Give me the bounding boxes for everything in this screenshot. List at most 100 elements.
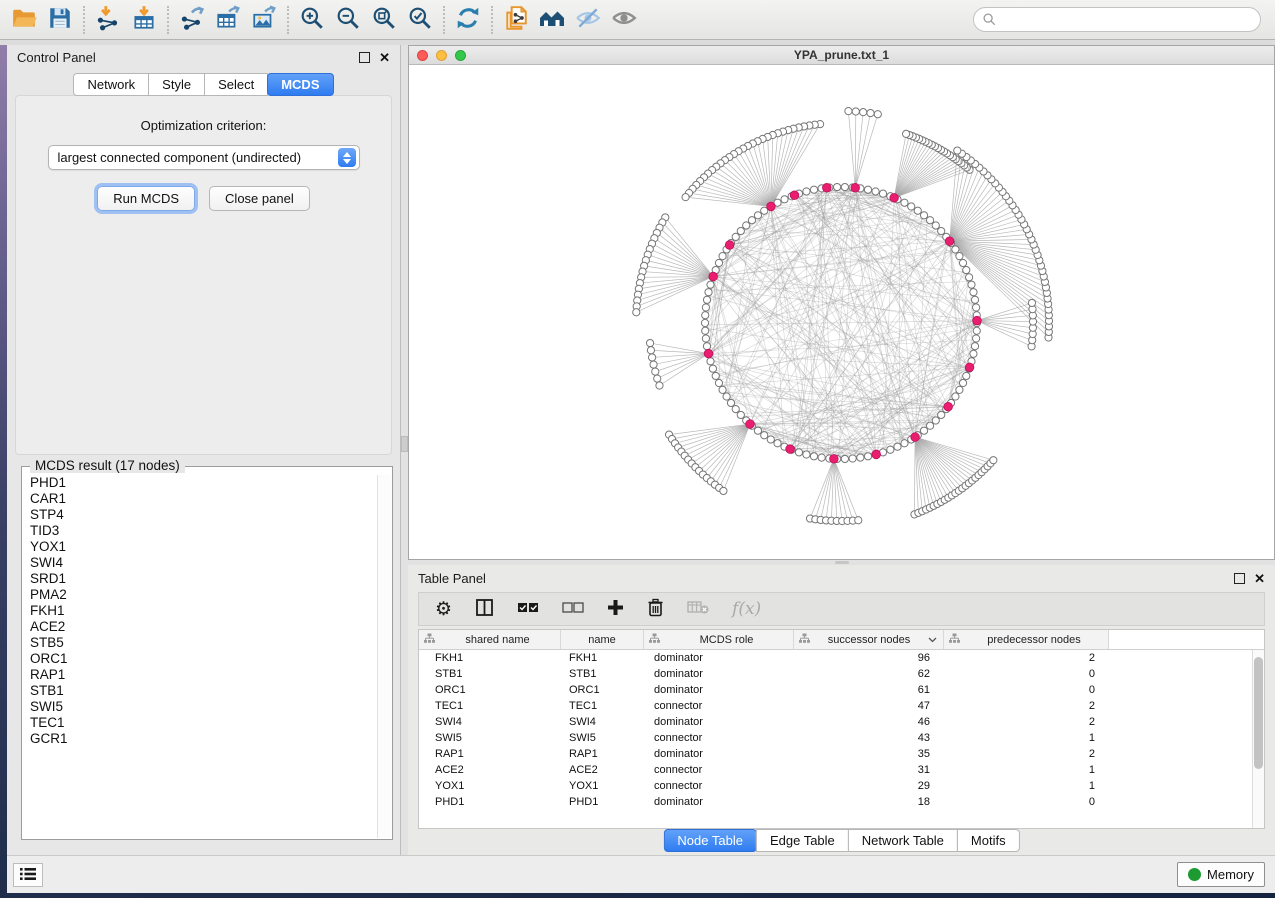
mcds-result-item[interactable]: SWI5 [23, 699, 378, 715]
column-chooser-button[interactable] [475, 596, 494, 622]
table-cell[interactable]: connector [644, 732, 794, 744]
table-cell[interactable]: 0 [944, 668, 1109, 680]
table-cell[interactable]: 1 [944, 764, 1109, 776]
tab-select[interactable]: Select [204, 73, 268, 96]
table-cell[interactable]: 43 [794, 732, 944, 744]
table-cell[interactable]: RAP1 [419, 748, 561, 760]
close-panel-icon[interactable]: ✕ [379, 51, 390, 64]
splitter-grip[interactable] [401, 436, 408, 452]
zoom-in-button[interactable] [294, 4, 330, 36]
search-input[interactable] [1002, 11, 1251, 28]
mcds-result-scrollbar[interactable] [377, 475, 391, 838]
column-header-successor-nodes[interactable]: successor nodes [794, 630, 944, 649]
show-all-button[interactable] [606, 4, 642, 36]
search-box[interactable] [973, 7, 1261, 32]
table-cell[interactable]: YOX1 [561, 780, 644, 792]
table-cell[interactable]: 31 [794, 764, 944, 776]
table-cell[interactable]: STB1 [561, 668, 644, 680]
close-panel-button[interactable]: Close panel [209, 186, 310, 211]
import-network-button[interactable] [90, 4, 126, 36]
table-cell[interactable]: dominator [644, 716, 794, 728]
table-cell[interactable]: FKH1 [419, 652, 561, 664]
column-header-name[interactable]: name [561, 630, 644, 649]
hide-selected-button[interactable] [570, 4, 606, 36]
table-cell[interactable]: 18 [794, 796, 944, 808]
table-cell[interactable]: dominator [644, 748, 794, 760]
table-cell[interactable]: ACE2 [561, 764, 644, 776]
function-builder-button[interactable]: f(x) [732, 596, 761, 622]
mcds-result-item[interactable]: SWI4 [23, 555, 378, 571]
table-settings-button[interactable]: ⚙ [435, 596, 452, 622]
zoom-selected-button[interactable] [402, 4, 438, 36]
table-cell[interactable]: RAP1 [561, 748, 644, 760]
table-cell[interactable]: SWI4 [561, 716, 644, 728]
save-session-button[interactable] [42, 4, 78, 36]
mcds-result-item[interactable]: TID3 [23, 523, 378, 539]
table-cell[interactable]: ORC1 [561, 684, 644, 696]
table-cell[interactable]: TEC1 [419, 700, 561, 712]
table-cell[interactable]: 0 [944, 796, 1109, 808]
table-cell[interactable]: SWI5 [419, 732, 561, 744]
delete-table-button[interactable] [687, 596, 709, 622]
table-cell[interactable]: 96 [794, 652, 944, 664]
table-cell[interactable]: 29 [794, 780, 944, 792]
mcds-result-item[interactable]: PMA2 [23, 587, 378, 603]
export-image-button[interactable] [246, 4, 282, 36]
float-panel-icon[interactable] [1234, 573, 1245, 584]
table-cell[interactable]: connector [644, 780, 794, 792]
table-cell[interactable]: dominator [644, 684, 794, 696]
float-panel-icon[interactable] [359, 52, 370, 63]
table-cell[interactable]: dominator [644, 668, 794, 680]
table-cell[interactable]: 2 [944, 652, 1109, 664]
table-cell[interactable]: 1 [944, 780, 1109, 792]
table-cell[interactable]: 2 [944, 748, 1109, 760]
table-cell[interactable]: 46 [794, 716, 944, 728]
mcds-result-item[interactable]: FKH1 [23, 603, 378, 619]
table-row[interactable]: FKH1FKH1dominator962 [419, 650, 1253, 666]
mcds-result-item[interactable]: STB5 [23, 635, 378, 651]
table-cell[interactable]: FKH1 [561, 652, 644, 664]
tab-mcds[interactable]: MCDS [267, 73, 333, 96]
close-panel-icon[interactable]: ✕ [1254, 572, 1265, 585]
column-header-mcds-role[interactable]: MCDS role [644, 630, 794, 649]
table-cell[interactable]: connector [644, 700, 794, 712]
table-row[interactable]: SWI5SWI5connector431 [419, 730, 1253, 746]
table-cell[interactable]: connector [644, 764, 794, 776]
table-cell[interactable]: 2 [944, 716, 1109, 728]
table-cell[interactable]: 61 [794, 684, 944, 696]
column-header-shared-name[interactable]: shared name [419, 630, 561, 649]
table-row[interactable]: SWI4SWI4dominator462 [419, 714, 1253, 730]
tab-node-table[interactable]: Node Table [663, 829, 757, 852]
table-cell[interactable]: 62 [794, 668, 944, 680]
mcds-result-item[interactable]: TEC1 [23, 715, 378, 731]
column-header-predecessor-nodes[interactable]: predecessor nodes [944, 630, 1109, 649]
table-row[interactable]: PHD1PHD1dominator180 [419, 794, 1253, 810]
tab-style[interactable]: Style [148, 73, 205, 96]
tab-network[interactable]: Network [73, 73, 149, 96]
table-cell[interactable]: 47 [794, 700, 944, 712]
table-row[interactable]: STB1STB1dominator620 [419, 666, 1253, 682]
delete-column-button[interactable] [647, 596, 664, 622]
run-mcds-button[interactable]: Run MCDS [97, 186, 195, 211]
table-cell[interactable]: 1 [944, 732, 1109, 744]
network-window-titlebar[interactable]: YPA_prune.txt_1 [409, 46, 1274, 65]
apply-layout-button[interactable] [450, 4, 486, 36]
add-column-button[interactable] [607, 596, 624, 622]
splitter-grip[interactable] [835, 561, 849, 564]
mcds-result-item[interactable]: PHD1 [23, 475, 378, 491]
table-cell[interactable]: 0 [944, 684, 1109, 696]
tab-motifs[interactable]: Motifs [957, 829, 1020, 852]
mcds-result-item[interactable]: GCR1 [23, 731, 378, 747]
criterion-dropdown[interactable]: largest connected component (undirected) [48, 145, 360, 170]
mcds-result-item[interactable]: YOX1 [23, 539, 378, 555]
table-cell[interactable]: SWI5 [561, 732, 644, 744]
mcds-result-item[interactable]: STB1 [23, 683, 378, 699]
table-cell[interactable]: dominator [644, 796, 794, 808]
chevron-down-icon[interactable] [928, 634, 937, 646]
table-cell[interactable]: TEC1 [561, 700, 644, 712]
clone-network-button[interactable] [498, 4, 534, 36]
table-row[interactable]: ACE2ACE2connector311 [419, 762, 1253, 778]
table-cell[interactable]: ORC1 [419, 684, 561, 696]
table-row[interactable]: RAP1RAP1dominator352 [419, 746, 1253, 762]
table-row[interactable]: ORC1ORC1dominator610 [419, 682, 1253, 698]
